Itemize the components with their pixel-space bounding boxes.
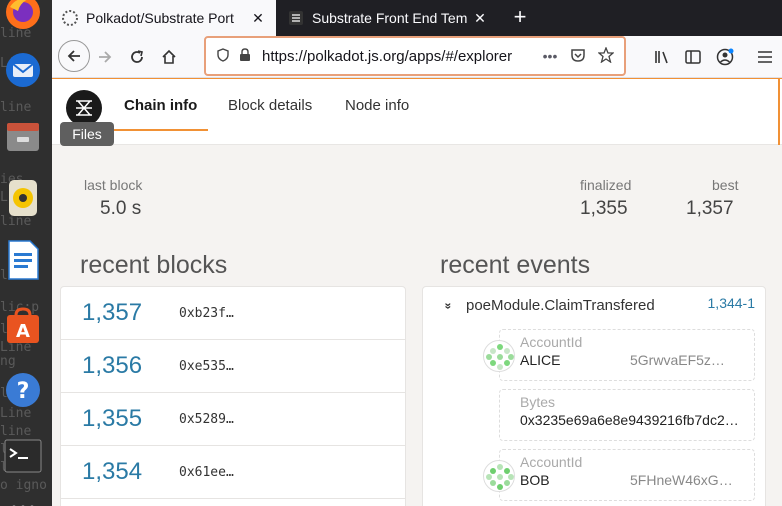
tab-node-info[interactable]: Node info bbox=[345, 78, 409, 132]
hamburger-icon bbox=[758, 51, 772, 63]
close-icon[interactable]: ✕ bbox=[470, 10, 490, 27]
library-icon bbox=[655, 51, 668, 64]
account-button[interactable] bbox=[710, 42, 740, 72]
param-label: Bytes bbox=[520, 394, 556, 410]
event-header[interactable]: » poeModule.ClaimTransfered 1,344-1 bbox=[423, 295, 765, 319]
block-hash: 0xb23f… bbox=[179, 305, 234, 321]
tab-polkadot[interactable]: Polkadot/Substrate Port ✕ bbox=[52, 0, 276, 36]
library-button[interactable] bbox=[648, 42, 678, 72]
home-icon bbox=[162, 49, 176, 64]
tab-substrate[interactable]: Substrate Front End Tem ✕ bbox=[278, 0, 498, 36]
pocket-icon[interactable] bbox=[564, 47, 592, 66]
param-value: BOB bbox=[520, 472, 550, 488]
arrow-left-icon bbox=[67, 50, 80, 62]
browser-navbar: https://polkadot.js.org/apps/#/explorer … bbox=[52, 36, 782, 78]
close-icon[interactable]: ✕ bbox=[248, 10, 268, 27]
tab-chain-info[interactable]: Chain info bbox=[124, 78, 197, 132]
identicon-icon[interactable] bbox=[483, 340, 515, 372]
page-actions-menu[interactable]: ••• bbox=[536, 48, 564, 64]
home-button[interactable] bbox=[154, 42, 184, 72]
param-label: AccountId bbox=[520, 334, 583, 350]
block-row[interactable]: 1,357 0xb23f… bbox=[61, 287, 405, 340]
app-header: Chain info Block details Node info bbox=[52, 78, 782, 145]
url-bar[interactable]: https://polkadot.js.org/apps/#/explorer … bbox=[204, 36, 626, 76]
param-label: AccountId bbox=[520, 454, 583, 470]
account-icon bbox=[716, 48, 734, 66]
block-hash: 0xe535… bbox=[179, 358, 234, 374]
sidebar-button[interactable] bbox=[678, 42, 708, 72]
new-tab-button[interactable]: + bbox=[508, 6, 532, 30]
last-block-value: 5.0 s bbox=[100, 198, 142, 219]
recent-blocks-list: 1,357 0xb23f… 1,356 0xe535… 1,355 0x5289… bbox=[60, 286, 406, 506]
chevron-down-icon[interactable]: » bbox=[441, 303, 455, 310]
svg-text:?: ? bbox=[17, 379, 30, 404]
tab-title: Substrate Front End Tem bbox=[312, 10, 468, 26]
block-row[interactable]: 1,354 0x61ee… bbox=[61, 446, 405, 499]
block-row[interactable]: 1,356 0xe535… bbox=[61, 340, 405, 393]
best-value: 1,357 bbox=[686, 198, 734, 219]
recent-events-title: recent events bbox=[440, 251, 591, 279]
files-icon[interactable] bbox=[3, 116, 43, 156]
files-tooltip: Files bbox=[60, 122, 114, 146]
desktop: line Line line ies Line line line lic:p … bbox=[0, 0, 782, 506]
rhythmbox-icon[interactable] bbox=[3, 178, 43, 218]
reload-button[interactable] bbox=[122, 42, 152, 72]
apps-grid-icon[interactable] bbox=[3, 488, 43, 506]
event-title: poeModule.ClaimTransfered bbox=[466, 297, 655, 314]
software-icon[interactable]: A bbox=[3, 306, 43, 346]
substrate-favicon bbox=[289, 11, 303, 25]
shield-icon[interactable] bbox=[212, 47, 234, 65]
event-param-bytes: Bytes 0x3235e69a6e8e9439216fb7dc2… bbox=[499, 389, 755, 441]
reload-icon bbox=[131, 50, 143, 63]
sidebar-icon bbox=[685, 50, 701, 64]
event-param-account: AccountId BOB 5FHneW46xG… bbox=[499, 449, 755, 501]
block-hash: 0x61ee… bbox=[179, 464, 234, 480]
terminal-icon[interactable] bbox=[3, 436, 43, 476]
block-number-link[interactable]: 1,357 bbox=[61, 299, 179, 327]
writer-icon[interactable] bbox=[3, 240, 43, 280]
browser-tabbar: Polkadot/Substrate Port ✕ Substrate Fron… bbox=[52, 0, 782, 36]
block-number-link[interactable]: 1,354 bbox=[61, 458, 179, 486]
svg-text:A: A bbox=[16, 321, 30, 342]
account-address[interactable]: 5FHneW46xG… bbox=[630, 472, 733, 488]
tab-title: Polkadot/Substrate Port bbox=[86, 10, 234, 26]
active-tab-indicator bbox=[108, 129, 208, 131]
best-label: best bbox=[712, 177, 739, 193]
menu-button[interactable] bbox=[750, 42, 780, 72]
recent-blocks-title: recent blocks bbox=[80, 251, 228, 279]
polkadot-apps-page: Chain info Block details Node info Files… bbox=[52, 78, 782, 506]
bookmark-star-icon[interactable] bbox=[592, 45, 620, 66]
block-number-link[interactable]: 1,355 bbox=[61, 405, 179, 433]
terminal-bg-text: line bbox=[0, 100, 32, 115]
param-value: 0x3235e69a6e8e9439216fb7dc2… bbox=[520, 412, 739, 428]
ubuntu-dock: line Line line ies Line line line lic:p … bbox=[0, 0, 52, 506]
arrow-right-icon bbox=[99, 51, 112, 63]
terminal-bg-text: ng bbox=[0, 354, 16, 369]
event-id-link[interactable]: 1,344-1 bbox=[708, 295, 755, 311]
help-icon[interactable]: ? bbox=[3, 370, 43, 410]
block-number-link[interactable]: 1,356 bbox=[61, 352, 179, 380]
account-address[interactable]: 5GrwvaEF5z… bbox=[630, 352, 725, 368]
polkadot-favicon bbox=[62, 10, 78, 26]
last-block-label: last block bbox=[84, 177, 143, 193]
firefox-icon[interactable] bbox=[3, 0, 43, 32]
polkadot-logo-icon[interactable] bbox=[66, 90, 102, 126]
thunderbird-icon[interactable] bbox=[3, 50, 43, 90]
accent-rule bbox=[778, 78, 780, 145]
back-button[interactable] bbox=[58, 40, 90, 72]
param-value: ALICE bbox=[520, 352, 561, 368]
recent-events-list: » poeModule.ClaimTransfered 1,344-1 Acco… bbox=[422, 286, 766, 506]
block-row[interactable]: 1,355 0x5289… bbox=[61, 393, 405, 446]
forward-button[interactable] bbox=[90, 42, 120, 72]
finalized-value: 1,355 bbox=[580, 198, 628, 219]
url-text[interactable]: https://polkadot.js.org/apps/#/explorer bbox=[262, 48, 536, 65]
lock-icon[interactable] bbox=[234, 47, 256, 65]
event-param-account: AccountId ALICE 5GrwvaEF5z… bbox=[499, 329, 755, 381]
finalized-label: finalized bbox=[580, 177, 632, 193]
tab-block-details[interactable]: Block details bbox=[228, 78, 312, 132]
block-hash: 0x5289… bbox=[179, 411, 234, 427]
identicon-icon[interactable] bbox=[483, 460, 515, 492]
